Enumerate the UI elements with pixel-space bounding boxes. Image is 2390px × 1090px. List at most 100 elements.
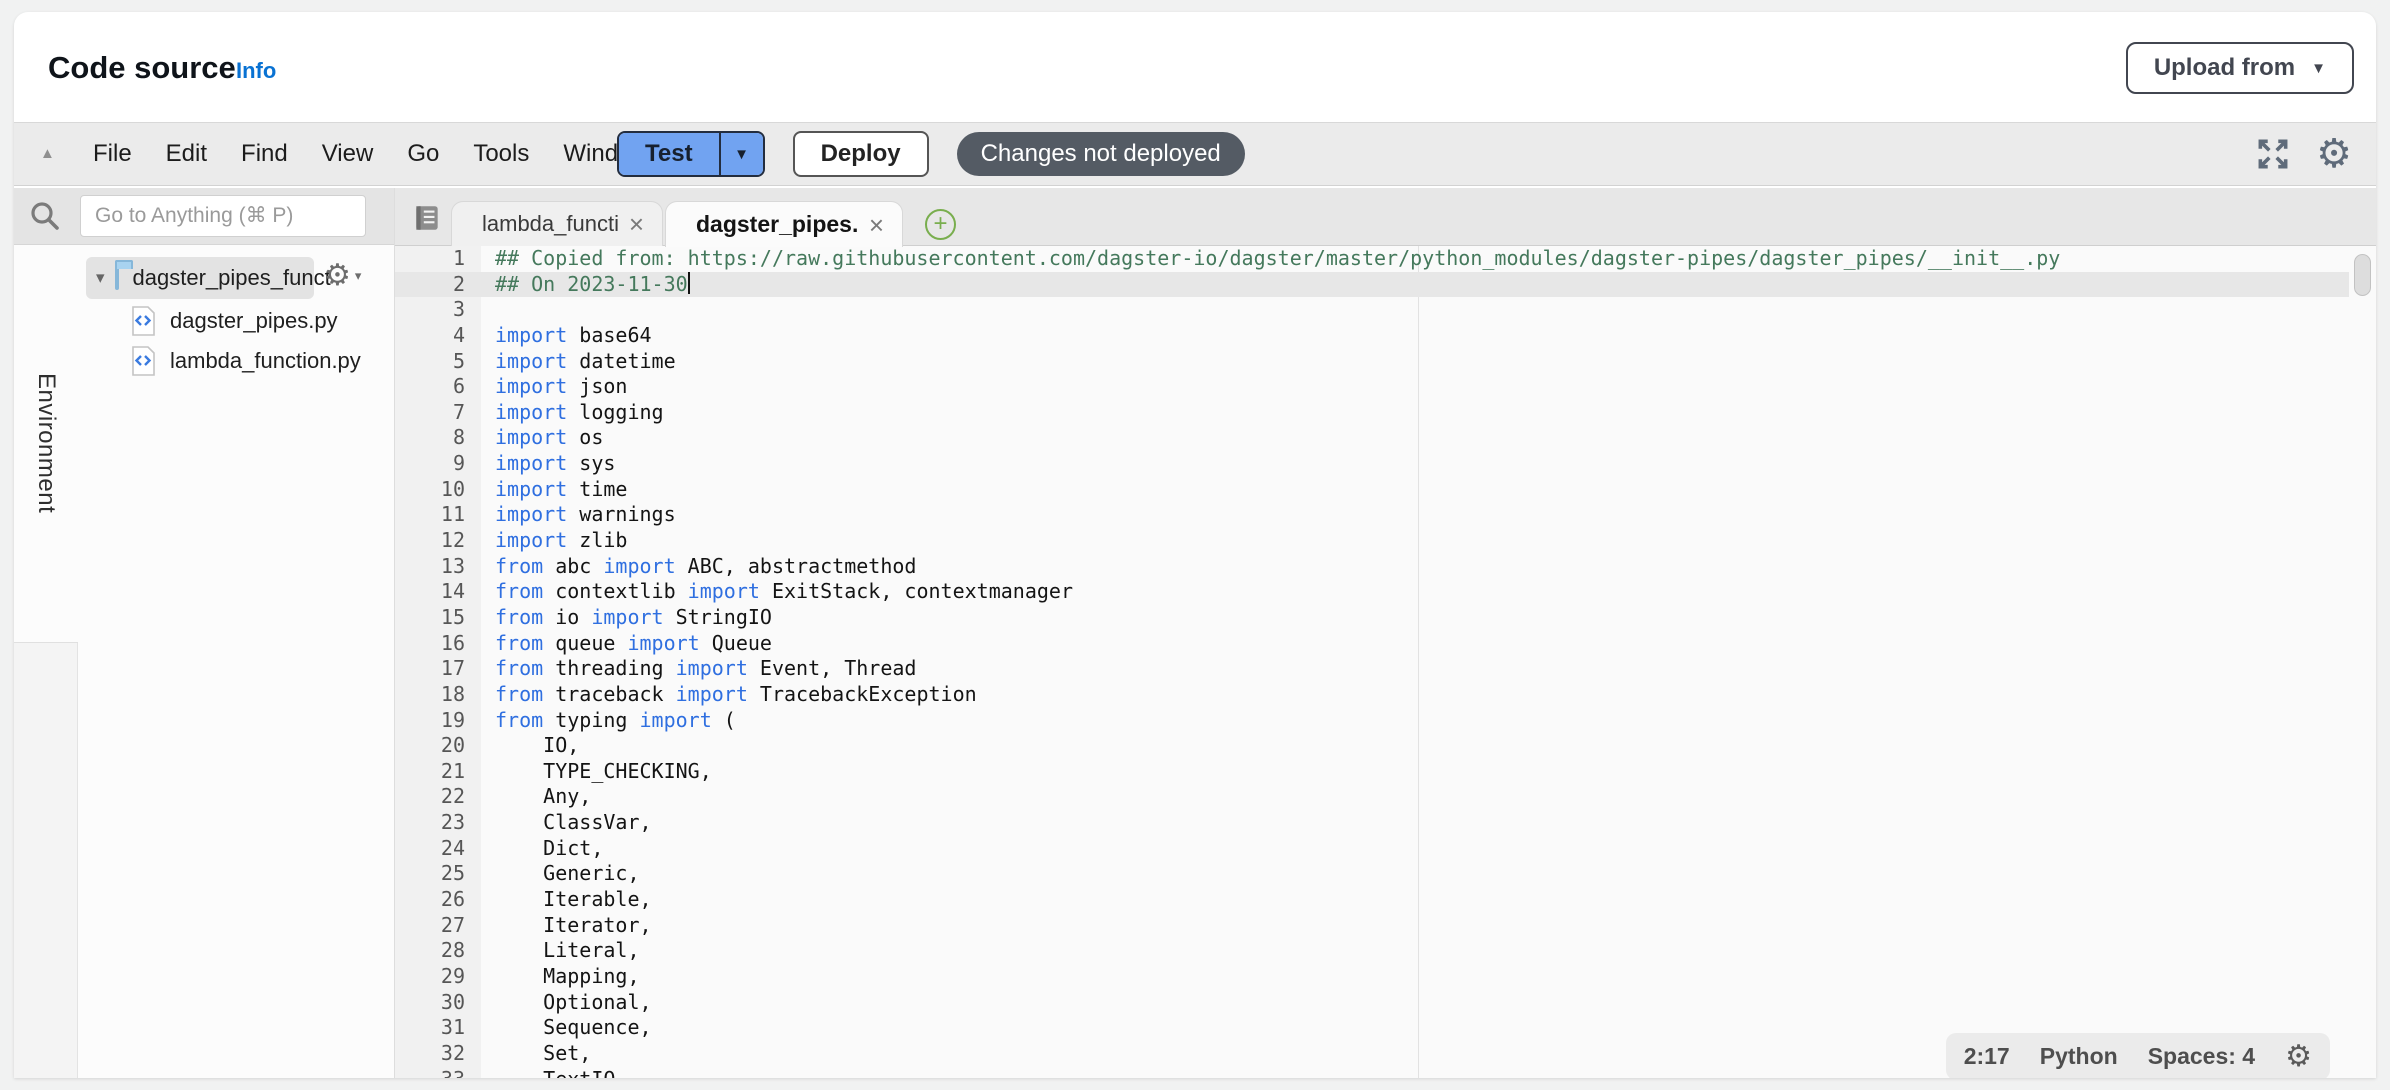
line-number: 19 (395, 708, 481, 734)
test-split-button[interactable]: Test ▼ (617, 131, 765, 177)
line-number: 14 (395, 579, 481, 605)
folder-name: dagster_pipes_funct (133, 265, 331, 291)
code-area[interactable]: 1## Copied from: https://raw.githubuserc… (395, 246, 2376, 1078)
test-dropdown-button[interactable]: ▼ (719, 133, 763, 175)
line-number: 27 (395, 913, 481, 939)
code-line[interactable]: 10import time (395, 477, 2376, 503)
indent-setting[interactable]: Spaces: 4 (2148, 1043, 2255, 1070)
code-text: import zlib (481, 528, 627, 554)
code-line[interactable]: 20 IO, (395, 733, 2376, 759)
menu-items: File Edit Find View Go Tools Window (76, 123, 666, 185)
code-line[interactable]: 2## On 2023-11-30 (395, 272, 2376, 298)
tree-settings-gear-icon[interactable]: ⚙▾ (324, 261, 361, 291)
line-number: 12 (395, 528, 481, 554)
code-line[interactable]: 18from traceback import TracebackExcepti… (395, 682, 2376, 708)
environment-tab[interactable]: Environment (14, 245, 78, 643)
chevron-down-icon: ▼ (2311, 60, 2326, 77)
code-text: import sys (481, 451, 615, 477)
code-text: import logging (481, 400, 664, 426)
code-line[interactable]: 6import json (395, 374, 2376, 400)
code-text: import warnings (481, 502, 676, 528)
code-line[interactable]: 15from io import StringIO (395, 605, 2376, 631)
line-number: 2 (395, 272, 481, 298)
info-link[interactable]: Info (236, 58, 276, 84)
code-line[interactable]: 29 Mapping, (395, 964, 2376, 990)
menubar-icons: ⚙ (2254, 123, 2352, 185)
vertical-scrollbar[interactable] (2349, 246, 2376, 1078)
cursor-position[interactable]: 2:17 (1964, 1043, 2010, 1070)
editor-menubar: ▲ File Edit Find View Go Tools Window Te… (14, 122, 2376, 186)
code-line[interactable]: 16from queue import Queue (395, 631, 2376, 657)
tree-folder-row[interactable]: ▾ dagster_pipes_funct (86, 257, 314, 299)
language-mode[interactable]: Python (2040, 1043, 2118, 1070)
collapse-editor-icon[interactable]: ▲ (40, 145, 55, 162)
tab-list-icon[interactable] (411, 202, 443, 234)
upload-from-label: Upload from (2154, 54, 2295, 82)
line-number: 28 (395, 938, 481, 964)
tree-file-row[interactable]: lambda_function.py (130, 341, 361, 381)
code-text: IO, (481, 733, 579, 759)
line-number: 3 (395, 297, 481, 323)
tree-file-row[interactable]: dagster_pipes.py (130, 301, 338, 341)
upload-from-button[interactable]: Upload from ▼ (2126, 42, 2354, 94)
code-line[interactable]: 24 Dict, (395, 836, 2376, 862)
file-sidebar: Environment ▾ dagster_pipes_funct ⚙▾ (14, 188, 395, 1078)
code-line[interactable]: 28 Literal, (395, 938, 2376, 964)
code-line[interactable]: 22 Any, (395, 784, 2376, 810)
python-file-icon (130, 346, 156, 376)
line-number: 7 (395, 400, 481, 426)
code-line[interactable]: 4import base64 (395, 323, 2376, 349)
code-line[interactable]: 17from threading import Event, Thread (395, 656, 2376, 682)
menu-find[interactable]: Find (224, 140, 305, 168)
tab-lambda-function[interactable]: lambda_function. × (451, 201, 663, 246)
menu-go[interactable]: Go (390, 140, 456, 168)
line-number: 33 (395, 1067, 481, 1079)
code-line[interactable]: 3 (395, 297, 2376, 323)
code-line[interactable]: 23 ClassVar, (395, 810, 2376, 836)
code-source-panel: Code source Info Upload from ▼ ▲ File Ed… (14, 12, 2376, 1078)
code-line[interactable]: 25 Generic, (395, 861, 2376, 887)
menu-file[interactable]: File (76, 140, 149, 168)
menu-view[interactable]: View (305, 140, 391, 168)
code-line[interactable]: 11import warnings (395, 502, 2376, 528)
code-line[interactable]: 30 Optional, (395, 990, 2376, 1016)
code-text: Generic, (481, 861, 640, 887)
line-number: 5 (395, 349, 481, 375)
code-line[interactable]: 27 Iterator, (395, 913, 2376, 939)
code-text: Set, (481, 1041, 591, 1067)
code-text: import os (481, 425, 603, 451)
menu-tools[interactable]: Tools (456, 140, 546, 168)
editor-statusbar: 2:17 Python Spaces: 4 ⚙ (1946, 1033, 2330, 1078)
code-line[interactable]: 5import datetime (395, 349, 2376, 375)
menu-edit[interactable]: Edit (149, 140, 224, 168)
line-number: 11 (395, 502, 481, 528)
code-line[interactable]: 13from abc import ABC, abstractmethod (395, 554, 2376, 580)
tab-dagster-pipes[interactable]: dagster_pipes.py × (665, 201, 903, 247)
tab-close-icon[interactable]: × (869, 212, 884, 238)
code-line[interactable]: 21 TYPE_CHECKING, (395, 759, 2376, 785)
code-line[interactable]: 19from typing import ( (395, 708, 2376, 734)
code-line[interactable]: 26 Iterable, (395, 887, 2376, 913)
statusbar-gear-icon[interactable]: ⚙ (2285, 1042, 2312, 1072)
environment-label: Environment (32, 373, 60, 513)
code-line[interactable]: 8import os (395, 425, 2376, 451)
line-number: 10 (395, 477, 481, 503)
code-line[interactable]: 1## Copied from: https://raw.githubuserc… (395, 246, 2376, 272)
line-number: 26 (395, 887, 481, 913)
tab-close-icon[interactable]: × (629, 211, 644, 237)
code-lines: 1## Copied from: https://raw.githubuserc… (395, 246, 2376, 1078)
code-line[interactable]: 7import logging (395, 400, 2376, 426)
fullscreen-icon[interactable] (2254, 135, 2292, 173)
new-tab-plus-icon[interactable]: + (925, 209, 956, 240)
code-line[interactable]: 12import zlib (395, 528, 2376, 554)
line-number: 6 (395, 374, 481, 400)
test-button[interactable]: Test (619, 133, 719, 175)
code-line[interactable]: 14from contextlib import ExitStack, cont… (395, 579, 2376, 605)
code-text: from contextlib import ExitStack, contex… (481, 579, 1073, 605)
folder-expand-caret-icon[interactable]: ▾ (96, 268, 105, 288)
code-line[interactable]: 9import sys (395, 451, 2376, 477)
goto-anything-input[interactable] (80, 195, 366, 237)
editor-settings-gear-icon[interactable]: ⚙ (2316, 134, 2352, 174)
deploy-button[interactable]: Deploy (793, 131, 929, 177)
scrollbar-thumb[interactable] (2354, 254, 2371, 296)
